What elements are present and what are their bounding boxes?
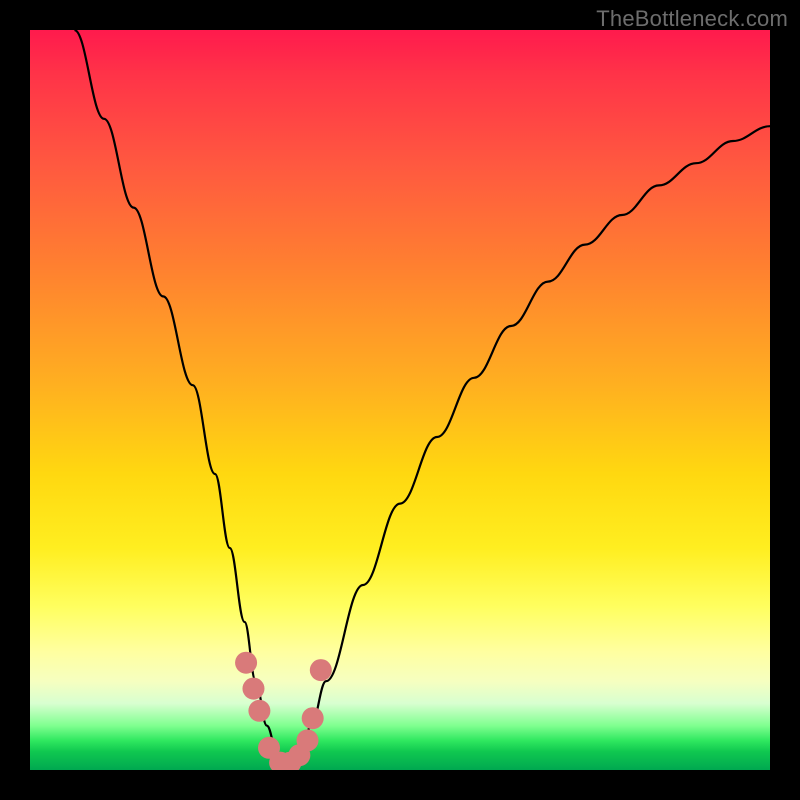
chart-svg [30,30,770,770]
plot-area [30,30,770,770]
marker-group [235,652,332,770]
watermark-text: TheBottleneck.com [596,6,788,32]
marker-dot [310,659,332,681]
bottleneck-curve-path [74,30,770,766]
marker-dot [297,729,319,751]
marker-dot [248,700,270,722]
marker-dot [235,652,257,674]
marker-dot [242,678,264,700]
chart-frame: TheBottleneck.com [0,0,800,800]
marker-dot [302,707,324,729]
bottleneck-curve [74,30,770,766]
